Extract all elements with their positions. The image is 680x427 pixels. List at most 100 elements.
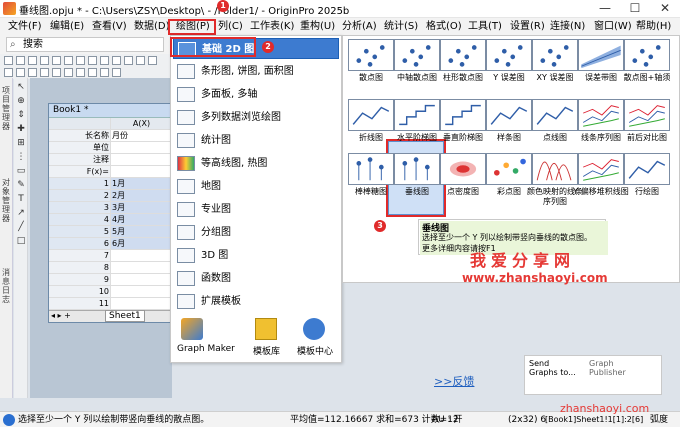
gallery-label-row-wise[interactable]: 行绘图 — [617, 187, 677, 197]
graph-maker-icon[interactable] — [181, 318, 203, 340]
table-cell[interactable]: 2月 — [111, 190, 173, 202]
menu-edit[interactable]: 编辑(E) — [50, 19, 84, 34]
row-number[interactable]: 2 — [49, 190, 111, 202]
gallery-thumb-spline[interactable] — [486, 99, 532, 131]
italic-icon[interactable] — [28, 68, 37, 77]
gallery-thumb-lollipop[interactable] — [348, 153, 394, 185]
gallery-thumb-color-mapped-line-series[interactable] — [532, 153, 578, 185]
gallery-thumb-line-series[interactable] — [578, 99, 624, 131]
table-cell[interactable] — [111, 274, 173, 286]
close-icon[interactable]: ✕ — [650, 0, 680, 18]
menu-help[interactable]: 帮助(H) — [636, 19, 671, 34]
zoom-icon[interactable]: ⊕ — [16, 96, 26, 106]
pointer-icon[interactable]: ↖ — [16, 82, 26, 92]
arrow-tool-icon[interactable]: ↗ — [16, 208, 26, 218]
table-cell[interactable]: 6月 — [111, 238, 173, 250]
menu-function[interactable]: 函数图 — [173, 268, 339, 289]
export-icon[interactable] — [88, 56, 97, 65]
menu-file[interactable]: 文件(F) — [8, 19, 42, 34]
menu-tools[interactable]: 工具(T) — [468, 19, 502, 34]
send-graphs-app[interactable]: Send Graphs to... — [529, 359, 579, 377]
row-number[interactable]: 4 — [49, 214, 111, 226]
gallery-thumb-xy-error[interactable] — [532, 39, 578, 71]
menu-column[interactable]: 列(C) — [218, 19, 243, 34]
table-cell[interactable]: 1月 — [111, 178, 173, 190]
gallery-thumb-row-wise[interactable] — [624, 153, 670, 185]
font-icon[interactable] — [4, 68, 13, 77]
align-icon[interactable] — [52, 68, 61, 77]
row-number[interactable]: 8 — [49, 262, 111, 274]
cell-a-comments[interactable] — [111, 154, 173, 166]
minimize-icon[interactable]: — — [590, 0, 620, 18]
cell-a-fx[interactable] — [111, 166, 173, 178]
project-explorer-tab[interactable]: 项目管理器 — [2, 86, 11, 131]
template-center-label[interactable]: 模板中心 — [297, 344, 333, 357]
menu-data[interactable]: 数据(D) — [134, 19, 170, 34]
menu-statistics-plot[interactable]: 统计图 — [173, 130, 339, 151]
gallery-thumb-error-band[interactable] — [578, 39, 624, 71]
search-input[interactable]: ⌕ 搜索 — [6, 37, 164, 52]
table-cell[interactable] — [111, 262, 173, 274]
draw-data-icon[interactable]: ✎ — [16, 180, 26, 190]
bold-icon[interactable] — [16, 68, 25, 77]
row-number[interactable]: 10 — [49, 286, 111, 298]
gallery-thumb-central-axis-scatter[interactable] — [394, 39, 440, 71]
menu-settings[interactable]: 设置(R) — [510, 19, 545, 34]
table-cell[interactable]: 4月 — [111, 214, 173, 226]
template-library-icon[interactable] — [255, 318, 277, 340]
print-icon[interactable] — [100, 56, 109, 65]
row-number[interactable]: 7 — [49, 250, 111, 262]
color-icon[interactable] — [64, 68, 73, 77]
region-icon[interactable]: ▭ — [16, 166, 26, 176]
table-cell[interactable] — [111, 250, 173, 262]
new-workbook-icon[interactable] — [16, 56, 25, 65]
import-icon[interactable] — [76, 56, 85, 65]
maximize-icon[interactable]: ☐ — [620, 0, 650, 18]
status-icon[interactable] — [3, 414, 15, 426]
gallery-thumb-density-dots[interactable] — [440, 153, 486, 185]
menu-window[interactable]: 窗口(W) — [594, 19, 632, 34]
menu-contour-heatmap[interactable]: 等高线图, 热图 — [173, 153, 339, 174]
gallery-thumb-before-after[interactable] — [624, 99, 670, 131]
menu-bar-pie-area[interactable]: 条形图, 饼图, 面积图 — [173, 61, 339, 82]
new-graph-icon[interactable] — [28, 56, 37, 65]
sheet-nav-icon[interactable]: ◂ ▸ + — [51, 311, 71, 320]
gallery-thumb-line[interactable] — [348, 99, 394, 131]
gallery-thumb-scatter[interactable] — [348, 39, 394, 71]
menu-specialized[interactable]: 专业图 — [173, 199, 339, 220]
gallery-thumb-color-dots[interactable] — [486, 153, 532, 185]
table-cell[interactable]: 3月 — [111, 202, 173, 214]
menu-format[interactable]: 格式(O) — [426, 19, 462, 34]
table-cell[interactable]: 5月 — [111, 226, 173, 238]
workbook-title-bar[interactable]: Book1 * — [49, 104, 173, 118]
row-number[interactable]: 3 — [49, 202, 111, 214]
refresh-icon[interactable] — [112, 56, 121, 65]
graph-publisher-app[interactable]: Graph Publisher — [589, 359, 649, 377]
cell-a-units[interactable] — [111, 142, 173, 154]
new-matrix-icon[interactable] — [40, 56, 49, 65]
open-icon[interactable] — [52, 56, 61, 65]
gallery-thumb-scatter-rug[interactable] — [624, 39, 670, 71]
sheet-tab-sheet1[interactable]: Sheet1 — [105, 310, 145, 322]
menu-extended-templates[interactable]: 扩展模板 — [173, 291, 339, 312]
menu-connect[interactable]: 连接(N) — [550, 19, 585, 34]
text-tool-icon[interactable]: T — [16, 194, 26, 204]
workbook-window[interactable]: Book1 * A(X) 长名称 月份 单位 注释 F(x)= 1 1月 2 2… — [48, 103, 174, 323]
menu-analysis[interactable]: 分析(A) — [342, 19, 377, 34]
template-library-label[interactable]: 模板库 — [253, 344, 280, 357]
gallery-label-scatter-rug[interactable]: 散点图+轴须 — [617, 73, 677, 83]
gallery-thumb-column-scatter[interactable] — [440, 39, 486, 71]
message-log-tab[interactable]: 消息日志 — [2, 268, 11, 304]
row-number[interactable]: 11 — [49, 298, 111, 310]
fill-icon[interactable] — [76, 68, 85, 77]
duplicate-icon[interactable] — [124, 56, 133, 65]
gallery-thumb-vertical-step[interactable] — [440, 99, 486, 131]
gallery-label-before-after[interactable]: 前后对比图 — [617, 133, 677, 143]
cell-a-long-name[interactable]: 月份 — [111, 130, 173, 142]
object-manager-tab[interactable]: 对象管理器 — [2, 178, 11, 223]
menu-restructure[interactable]: 重构(U) — [300, 19, 335, 34]
table-cell[interactable] — [111, 298, 173, 310]
paste-icon[interactable] — [148, 56, 157, 65]
feedback-link[interactable]: >>反馈 — [434, 373, 474, 389]
gallery-thumb-drop-line[interactable] — [394, 153, 440, 185]
